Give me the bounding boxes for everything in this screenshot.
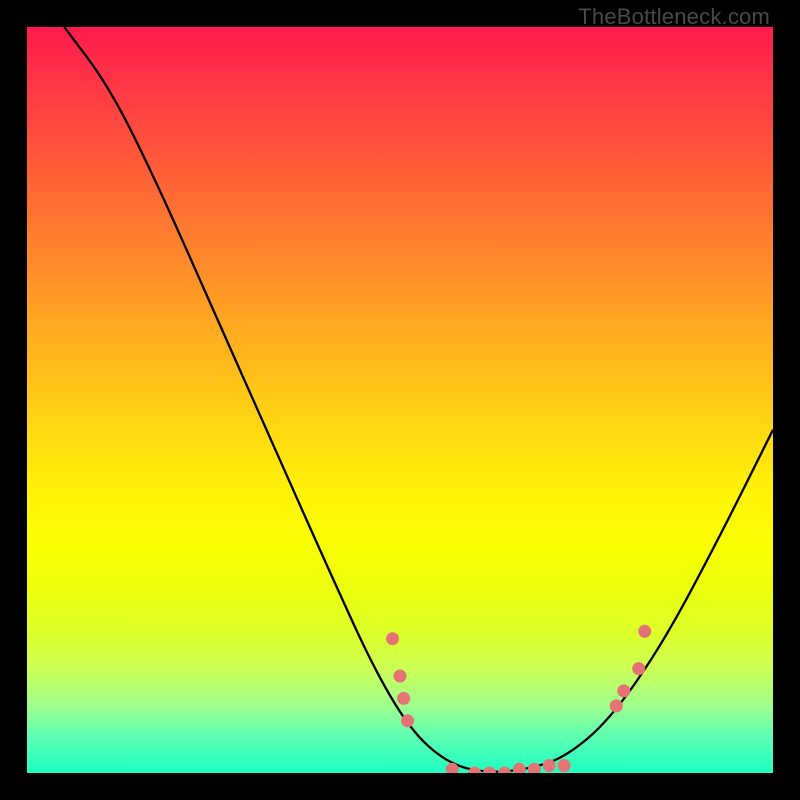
data-dot bbox=[632, 662, 645, 675]
data-dot bbox=[610, 699, 623, 712]
data-dot bbox=[638, 625, 651, 638]
data-dot bbox=[394, 670, 407, 683]
data-dot bbox=[498, 767, 511, 774]
data-dot bbox=[401, 714, 414, 727]
data-dot bbox=[397, 692, 410, 705]
curve-svg bbox=[27, 27, 773, 773]
data-dot bbox=[617, 684, 630, 697]
data-dot bbox=[528, 763, 541, 773]
data-dot bbox=[543, 759, 556, 772]
data-dot bbox=[386, 632, 399, 645]
data-dots-group bbox=[386, 625, 651, 773]
bottleneck-curve bbox=[64, 27, 773, 772]
data-dot bbox=[513, 763, 526, 773]
data-dot bbox=[468, 767, 481, 774]
data-dot bbox=[558, 759, 571, 772]
plot-area bbox=[27, 27, 773, 773]
watermark-label: TheBottleneck.com bbox=[578, 4, 770, 30]
chart-frame: TheBottleneck.com bbox=[0, 0, 800, 800]
data-dot bbox=[483, 767, 496, 774]
